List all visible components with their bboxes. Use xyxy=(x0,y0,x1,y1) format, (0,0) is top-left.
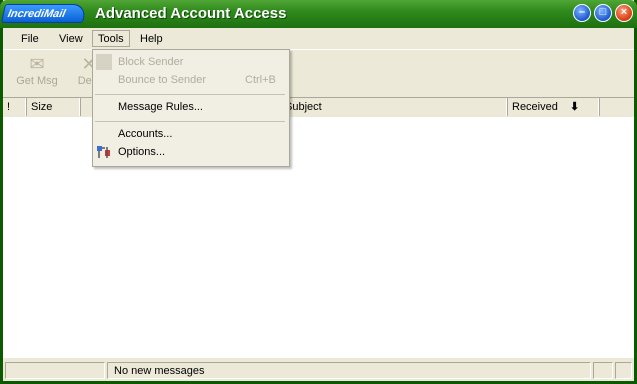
message-rules-label: Message Rules... xyxy=(118,101,203,113)
menu-item-accounts[interactable]: Accounts... xyxy=(93,125,287,143)
bounce-shortcut: Ctrl+B xyxy=(245,74,276,86)
menu-view[interactable]: View xyxy=(54,31,88,48)
main-window: IncrediMail Advanced Account Access – □ … xyxy=(0,0,637,384)
options-icon xyxy=(97,146,110,158)
bounce-to-sender-label: Bounce to Sender xyxy=(118,74,207,86)
menu-item-message-rules[interactable]: Message Rules... xyxy=(93,98,287,116)
menu-item-block-sender[interactable]: Block Sender xyxy=(93,53,287,71)
menu-file[interactable]: File xyxy=(16,31,44,48)
close-button[interactable]: × xyxy=(615,4,633,22)
block-sender-icon xyxy=(96,54,112,70)
accounts-label: Accounts... xyxy=(118,128,173,140)
get-mail-icon: ✉ xyxy=(29,54,45,74)
menu-tools[interactable]: Tools xyxy=(92,30,130,47)
menu-bar: File View Tools Help xyxy=(3,29,634,49)
title-bar[interactable]: IncrediMail Advanced Account Access – □ … xyxy=(0,0,637,28)
column-subject[interactable]: Subject xyxy=(281,98,508,116)
block-sender-label: Block Sender xyxy=(118,56,184,68)
menu-help[interactable]: Help xyxy=(135,31,168,48)
column-size[interactable]: Size xyxy=(27,98,81,116)
status-panel-left xyxy=(5,362,105,379)
status-message: No new messages xyxy=(107,362,591,379)
minimize-button[interactable]: – xyxy=(573,4,591,22)
window-title: Advanced Account Access xyxy=(95,5,287,22)
close-icon: × xyxy=(620,6,628,18)
column-received-label: Received xyxy=(512,101,558,113)
status-bar: No new messages xyxy=(3,360,634,381)
menu-separator xyxy=(95,121,285,122)
minimize-icon: – xyxy=(578,6,586,18)
maximize-button[interactable]: □ xyxy=(594,4,612,22)
options-label: Options... xyxy=(118,146,166,158)
get-msg-button[interactable]: ✉ Get Msg xyxy=(11,53,63,93)
resize-grip[interactable] xyxy=(615,362,632,379)
app-logo: IncrediMail xyxy=(0,4,88,23)
tools-menu-dropdown: Block Sender Bounce to Sender Ctrl+B Mes… xyxy=(92,49,290,167)
get-msg-label: Get Msg xyxy=(16,75,58,87)
menu-separator xyxy=(95,94,285,95)
column-received[interactable]: Received ⬇ xyxy=(508,98,600,116)
status-panel-mid xyxy=(593,362,613,379)
menu-item-bounce-to-sender[interactable]: Bounce to Sender Ctrl+B xyxy=(93,71,287,89)
maximize-icon: □ xyxy=(599,6,607,18)
menu-item-options[interactable]: Options... xyxy=(93,143,287,161)
column-priority[interactable]: ! xyxy=(3,98,27,116)
sort-down-icon: ⬇ xyxy=(570,101,580,113)
